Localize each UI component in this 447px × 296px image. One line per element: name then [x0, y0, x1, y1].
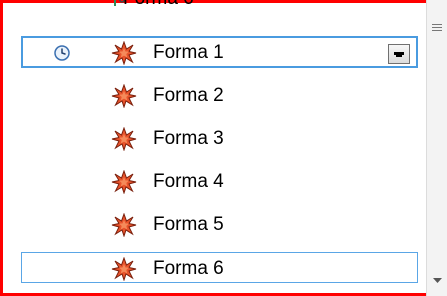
list-item-label: Forma 6 — [153, 258, 224, 279]
scroll-down-arrow-icon[interactable] — [433, 278, 442, 284]
animation-list: Forma 6 Forma 1 Forma 2 — [3, 0, 426, 293]
list-item-label: Forma 6 — [123, 0, 194, 12]
list-item-forma-2[interactable]: Forma 2 — [3, 77, 426, 121]
list-item-forma-6[interactable]: Forma 6 — [3, 250, 426, 293]
explosion-star-icon — [111, 213, 137, 237]
list-item-label: Forma 5 — [153, 214, 224, 235]
explosion-star-icon — [111, 84, 137, 108]
list-item-label: Forma 3 — [153, 128, 224, 149]
scroll-grip-icon[interactable] — [432, 24, 442, 34]
explosion-star-icon — [111, 41, 137, 65]
explosion-star-icon — [111, 127, 137, 151]
vertical-scrollbar[interactable] — [426, 0, 447, 296]
list-item-forma-5[interactable]: Forma 5 — [3, 206, 426, 250]
list-item-label: Forma 4 — [153, 171, 224, 192]
list-item-label: Forma 2 — [153, 85, 224, 106]
list-item-forma-1[interactable]: Forma 1 — [3, 34, 426, 78]
chevron-down-icon — [394, 52, 404, 57]
list-item-forma-4[interactable]: Forma 4 — [3, 163, 426, 207]
list-item-partial[interactable]: Forma 6 — [3, 0, 426, 20]
explosion-star-icon — [111, 257, 137, 281]
clock-icon — [54, 45, 70, 61]
list-item-forma-3[interactable]: Forma 3 — [3, 120, 426, 164]
dropdown-button[interactable] — [388, 44, 410, 64]
explosion-star-icon — [111, 170, 137, 194]
list-item-label: Forma 1 — [153, 42, 224, 63]
